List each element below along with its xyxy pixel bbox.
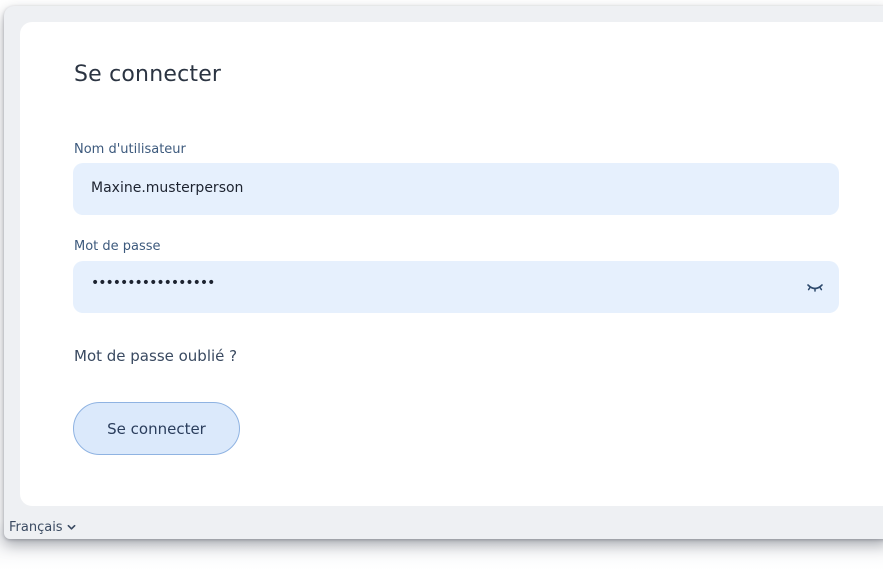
password-field[interactable]: ••••••••••••••••• [73, 261, 839, 313]
language-label: Français [9, 520, 63, 535]
username-value: Maxine.musterperson [91, 180, 244, 196]
username-field[interactable]: Maxine.musterperson [73, 163, 839, 215]
chevron-down-icon [67, 524, 76, 530]
login-window: Se connecter Nom d'utilisateur Maxine.mu… [4, 6, 883, 539]
forgot-password-link[interactable]: Mot de passe oublié ? [74, 347, 237, 365]
password-value: ••••••••••••••••• [91, 275, 215, 291]
page-title: Se connecter [74, 62, 222, 87]
eye-closed-icon[interactable] [805, 277, 825, 297]
login-card: Se connecter Nom d'utilisateur Maxine.mu… [20, 22, 883, 506]
password-label: Mot de passe [74, 239, 161, 254]
language-selector[interactable]: Français [9, 520, 76, 535]
username-label: Nom d'utilisateur [74, 142, 186, 157]
login-button[interactable]: Se connecter [73, 402, 240, 455]
